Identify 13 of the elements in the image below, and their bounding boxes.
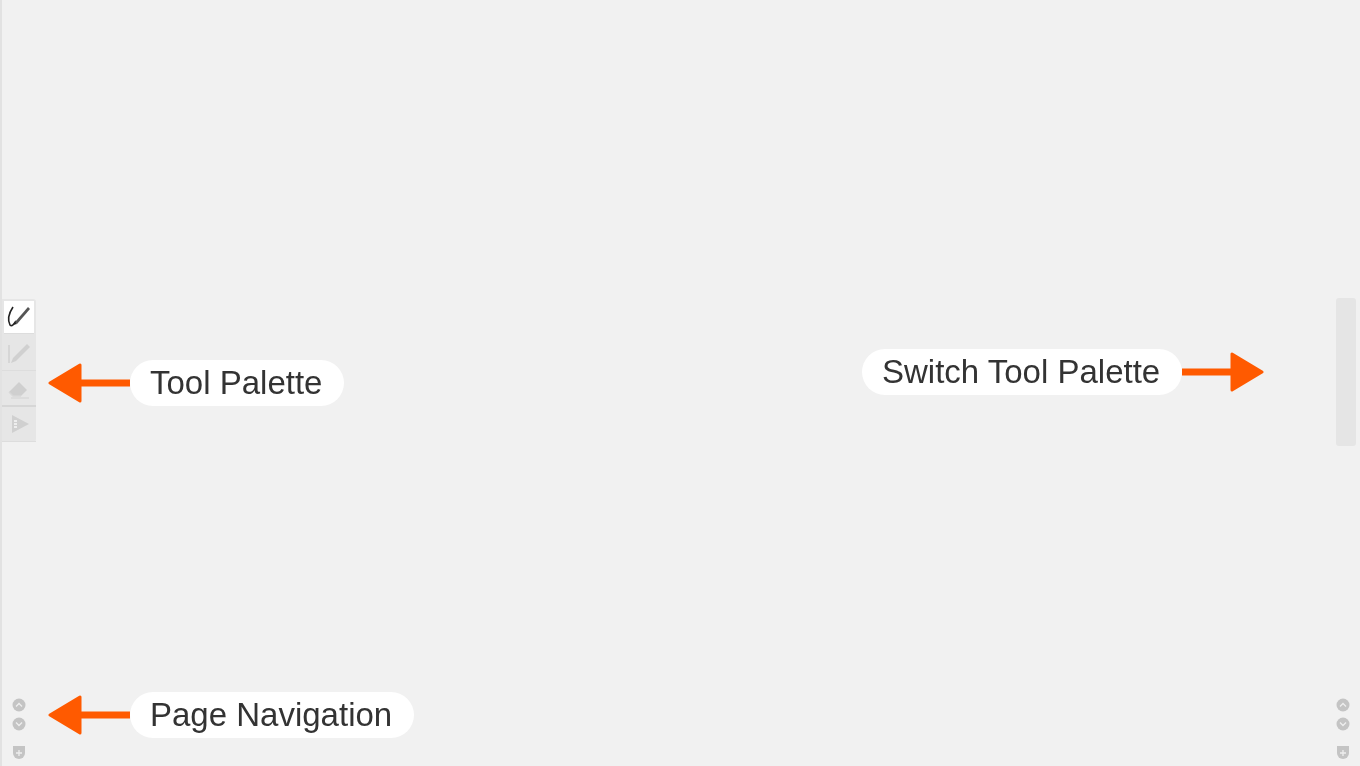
- add-page-icon[interactable]: [1336, 745, 1350, 759]
- callout-label: Page Navigation: [130, 692, 415, 738]
- callout-label: Switch Tool Palette: [862, 349, 1183, 395]
- tool-button[interactable]: [4, 301, 34, 334]
- arrow-icon: [48, 362, 130, 404]
- page-up-icon[interactable]: [12, 698, 26, 712]
- callout-label: Tool Palette: [130, 360, 345, 406]
- page-down-icon[interactable]: [1336, 717, 1350, 731]
- add-page-icon[interactable]: [12, 745, 26, 759]
- page-down-icon[interactable]: [12, 717, 26, 731]
- arrow-icon: [48, 694, 130, 736]
- page-up-icon[interactable]: [1336, 698, 1350, 712]
- arrow-icon: [1182, 351, 1265, 393]
